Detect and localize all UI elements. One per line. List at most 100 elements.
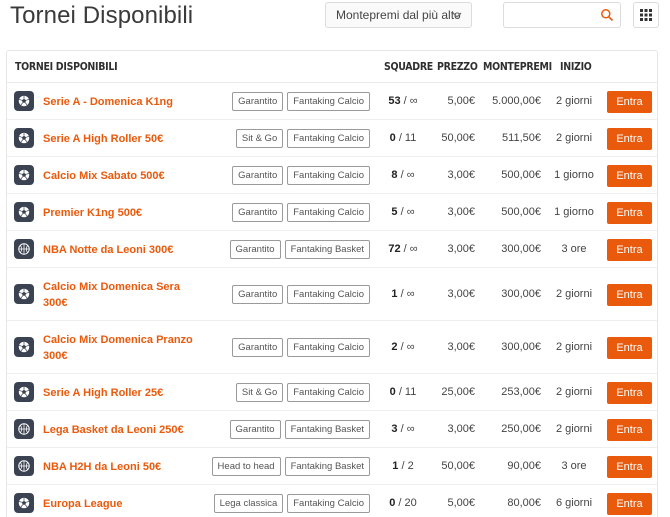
table-row[interactable]: Premier K1ng 500€ Garantito Fantaking Calc… (7, 194, 657, 231)
prezzo-value: 50,00€ (441, 131, 475, 144)
tournament-tag: Fantaking Calcio (287, 337, 370, 357)
sort-select[interactable]: Montepremi dal più alto (325, 2, 472, 28)
tournament-tags: Garantito Fantaking Calcio (232, 91, 370, 111)
table-row[interactable]: NBA Notte da Leoni 300€ Garantito Fantakin… (7, 231, 657, 268)
sort-select-label: Montepremi dal più alto (336, 8, 461, 22)
tournament-tag: Garantito (232, 91, 284, 111)
montepremi-value: 5.000,00€ (492, 94, 541, 107)
montepremi-value: 80,00€ (507, 496, 541, 509)
tournament-tag: Garantito (232, 202, 284, 222)
prezzo-value: 3,00€ (447, 205, 475, 218)
tournament-tags: Garantito Fantaking Calcio (232, 284, 370, 304)
tournament-tag: Fantaking Calcio (287, 284, 370, 304)
tournament-name-link[interactable]: Calcio Mix Domenica Sera 300€ (43, 279, 193, 311)
table-row[interactable]: NBA H2H da Leoni 50€ Head to head Fantakin… (7, 448, 657, 485)
soccer-ball-icon (14, 492, 34, 513)
tournament-name-link[interactable]: Calcio Mix Domenica Pranzo 300€ (43, 332, 193, 364)
table-row[interactable]: Calcio Mix Domenica Pranzo 300€ Garantito… (7, 321, 657, 374)
tournament-tag: Fantaking Basket (284, 456, 370, 476)
inizio-value: 1 giorno (554, 168, 594, 181)
table-row[interactable]: Calcio Mix Domenica Sera 300€ Garantito Fa… (7, 268, 657, 321)
tournament-tag: Sit & Go (235, 382, 284, 402)
tournament-tag: Garantito (229, 239, 281, 259)
inizio-value: 6 giorni (555, 496, 593, 509)
column-header-inizio[interactable]: INIZIO (560, 61, 592, 73)
squadre-max: / 11 (395, 385, 417, 398)
tournament-name-link[interactable]: NBA Notte da Leoni 300€ (43, 242, 193, 258)
entra-button[interactable]: Entra (607, 164, 652, 187)
squadre-max: / ∞ (397, 287, 415, 300)
tournament-tags: Garantito Fantaking Basket (229, 419, 370, 439)
tournament-tags: Garantito Fantaking Calcio (232, 337, 370, 357)
squadre-value: 3 / ∞ (375, 423, 431, 435)
inizio-value: 2 giorni (555, 94, 593, 107)
tournament-name-link[interactable]: Serie A High Roller 25€ (43, 385, 193, 401)
prezzo-value: 3,00€ (447, 168, 475, 181)
grid-view-button[interactable] (633, 2, 659, 28)
search-icon[interactable] (600, 8, 614, 22)
table-row[interactable]: Serie A High Roller 25€ Sit & Go Fantaking… (7, 374, 657, 411)
inizio-value: 2 giorni (555, 422, 593, 435)
tournament-tags: Lega classica Fantaking Calcio (213, 493, 370, 513)
column-header-name[interactable]: TORNEI DISPONIBILI (15, 61, 118, 73)
prezzo-value: 3,00€ (447, 287, 475, 300)
tournament-name-link[interactable]: Serie A High Roller 50€ (43, 131, 193, 147)
basketball-icon (14, 455, 34, 476)
entra-button[interactable]: Entra (607, 381, 652, 404)
table-row[interactable]: Calcio Mix Sabato 500€ Garantito Fantaking… (7, 157, 657, 194)
montepremi-value: 511,50€ (502, 131, 541, 144)
entra-button[interactable]: Entra (607, 418, 652, 441)
table-row[interactable]: Lega Basket da Leoni 250€ Garantito Fantak… (7, 411, 657, 448)
table-row[interactable]: Serie A High Roller 50€ Sit & Go Fantaking… (7, 120, 657, 157)
tournament-tag: Garantito (232, 337, 284, 357)
montepremi-value: 300,00€ (501, 340, 541, 353)
prezzo-value: 3,00€ (447, 242, 475, 255)
table-row[interactable]: Serie A - Domenica K1ng Garantito Fantakin… (7, 83, 657, 120)
soccer-ball-icon (14, 201, 34, 222)
tournament-tag: Fantaking Calcio (287, 202, 370, 222)
montepremi-value: 250,00€ (501, 422, 541, 435)
tournaments-table: TORNEI DISPONIBILI SQUADRE PREZZO MONTEP… (6, 50, 658, 517)
tournament-tags: Garantito Fantaking Calcio (232, 202, 370, 222)
tournament-tags: Head to head Fantaking Basket (211, 456, 370, 476)
grid-icon (640, 9, 652, 21)
basketball-icon (14, 238, 34, 259)
soccer-ball-icon (14, 336, 34, 357)
entra-button[interactable]: Entra (607, 492, 652, 515)
tournament-tag: Fantaking Basket (284, 419, 370, 439)
search-box[interactable] (503, 2, 621, 28)
entra-button[interactable]: Entra (607, 201, 652, 224)
squadre-value: 72 / ∞ (375, 243, 431, 255)
tournament-name-link[interactable]: Lega Basket da Leoni 250€ (43, 422, 193, 438)
prezzo-value: 5,00€ (447, 94, 475, 107)
table-row[interactable]: Europa League Lega classica Fantaking Calc… (7, 485, 657, 517)
entra-button[interactable]: Entra (607, 336, 652, 359)
squadre-max: / ∞ (397, 340, 415, 353)
column-header-montepremi[interactable]: MONTEPREMI (483, 61, 552, 73)
squadre-count: 72 (388, 242, 401, 255)
tournament-name-link[interactable]: NBA H2H da Leoni 50€ (43, 459, 193, 475)
tournament-name-link[interactable]: Calcio Mix Sabato 500€ (43, 168, 193, 184)
entra-button[interactable]: Entra (607, 238, 652, 261)
tournament-name-link[interactable]: Europa League (43, 496, 193, 512)
entra-button[interactable]: Entra (607, 455, 652, 478)
squadre-max: / 11 (395, 131, 417, 144)
squadre-value: 0 / 20 (375, 497, 431, 509)
column-header-squadre[interactable]: SQUADRE (384, 61, 433, 73)
squadre-max: / ∞ (397, 422, 415, 435)
entra-button[interactable]: Entra (607, 127, 652, 150)
entra-button[interactable]: Entra (607, 283, 652, 306)
search-input[interactable] (508, 4, 600, 26)
table-body: Serie A - Domenica K1ng Garantito Fantakin… (7, 83, 657, 517)
squadre-value: 0 / 11 (375, 132, 431, 144)
prezzo-value: 5,00€ (447, 496, 475, 509)
tournament-tag: Sit & Go (235, 128, 284, 148)
column-header-prezzo[interactable]: PREZZO (437, 61, 478, 73)
montepremi-value: 90,00€ (507, 459, 541, 472)
tournament-tag: Fantaking Calcio (287, 91, 370, 111)
inizio-value: 1 giorno (554, 205, 594, 218)
entra-button[interactable]: Entra (607, 90, 652, 113)
tournament-name-link[interactable]: Serie A - Domenica K1ng (43, 94, 193, 110)
tournament-name-link[interactable]: Premier K1ng 500€ (43, 205, 193, 221)
inizio-value: 2 giorni (555, 287, 593, 300)
